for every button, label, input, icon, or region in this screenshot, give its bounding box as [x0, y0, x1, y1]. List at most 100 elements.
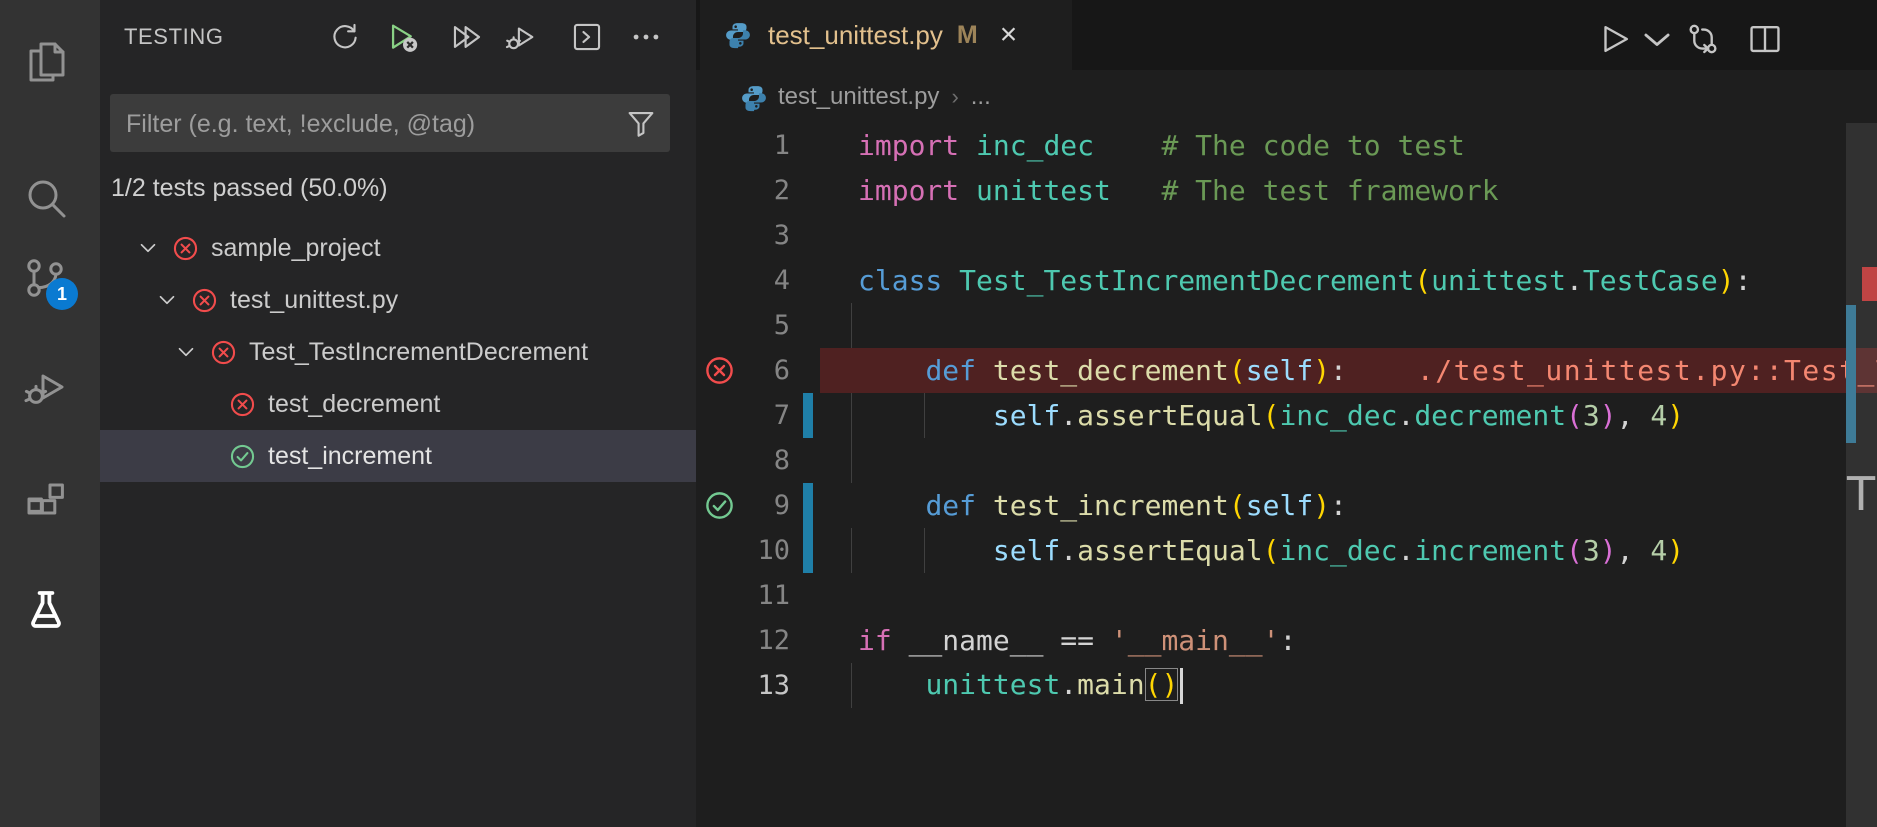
code-token: ( — [1566, 399, 1583, 432]
code-token: : — [1734, 264, 1752, 297]
code-text: def test_increment(self): — [858, 489, 1346, 522]
open-changes-icon[interactable] — [1684, 20, 1722, 58]
tab-test-unittest[interactable]: test_unittest.py M × — [700, 0, 1072, 70]
code-token: if — [858, 624, 892, 657]
testing-sidebar: TESTING 1/2 tests passed (50.0%) sample_… — [100, 0, 697, 827]
code-token: ( — [1262, 399, 1280, 432]
code-token: ) — [1667, 534, 1685, 567]
code-line-5[interactable]: 5 — [696, 303, 1877, 348]
breadcrumb-file[interactable]: test_unittest.py — [778, 83, 939, 111]
code-token: def — [925, 354, 977, 387]
modified-change-bar — [803, 393, 813, 438]
code-text: self.assertEqual(inc_dec.decrement(3), 4… — [858, 399, 1684, 432]
code-token: '__main__' — [1110, 624, 1280, 657]
run-all-tests-icon[interactable] — [450, 20, 484, 54]
more-actions-icon[interactable] — [629, 20, 663, 54]
overview-modified-marker — [1846, 305, 1856, 443]
breadcrumb: test_unittest.py › ... — [696, 70, 1877, 123]
code-token: inc_dec — [1279, 399, 1398, 432]
run-dropdown-chevron-icon[interactable] — [1638, 20, 1670, 58]
run-file-icon[interactable] — [1596, 20, 1634, 58]
refresh-tests-icon[interactable] — [328, 20, 362, 54]
breadcrumb-more[interactable]: ... — [971, 83, 991, 111]
code-line-2[interactable]: 2 import unittest # The test framework — [696, 168, 1877, 213]
code-line-4[interactable]: 4 class Test_TestIncrementDecrement(unitt… — [696, 258, 1877, 303]
code-token: 4 — [1650, 399, 1668, 432]
overview-error-marker — [1862, 267, 1877, 301]
filter-funnel-icon[interactable] — [624, 106, 658, 140]
code-line-11[interactable]: 11 — [696, 573, 1877, 618]
gutter-change-lane — [796, 123, 814, 168]
code-line-7[interactable]: 7 self.assertEqual(inc_dec.decrement(3),… — [696, 393, 1877, 438]
search-icon[interactable] — [22, 174, 74, 226]
code-token: def — [925, 489, 977, 522]
debug-tests-icon[interactable] — [504, 20, 538, 54]
code-token: assertEqual — [1077, 534, 1263, 567]
code-editor[interactable]: 1 import inc_dec # The code to test 2 impor… — [696, 123, 1877, 827]
indent-guide — [851, 393, 852, 438]
editor-tab-bar: test_unittest.py M × — [696, 0, 1877, 70]
test-filter-input[interactable] — [124, 94, 618, 154]
extensions-icon[interactable] — [22, 480, 74, 532]
code-token: : — [1279, 624, 1297, 657]
tab-close-icon[interactable]: × — [1000, 20, 1018, 50]
testing-icon[interactable] — [22, 586, 74, 638]
code-token: ( — [1262, 534, 1280, 567]
chevron-down-icon[interactable] — [154, 287, 180, 313]
explorer-icon[interactable] — [22, 38, 74, 90]
code-text: unittest.main() — [858, 667, 1184, 704]
code-token: . — [1566, 264, 1583, 297]
test-failed-icon — [191, 287, 218, 314]
tab-modified-badge: M — [956, 20, 978, 49]
gutter-change-lane — [796, 663, 814, 708]
chevron-down-icon[interactable] — [135, 235, 161, 261]
code-line-12[interactable]: 12 if __name__ == '__main__': — [696, 618, 1877, 663]
scrollbar-overview-ruler[interactable]: T — [1846, 123, 1877, 827]
test-tree-item-Test_TestIncrementDecrement[interactable]: Test_TestIncrementDecrement — [100, 326, 696, 378]
test-tree-label: Test_TestIncrementDecrement — [249, 337, 589, 366]
code-token: increment — [1414, 534, 1567, 567]
editor-more-actions-icon[interactable] — [1808, 20, 1846, 58]
test-tree-label: sample_project — [211, 233, 381, 262]
code-line-8[interactable]: 8 — [696, 438, 1877, 483]
indent-guide — [851, 528, 852, 573]
test-tree-item-test_decrement[interactable]: test_decrement — [100, 378, 696, 430]
code-text: if __name__ == '__main__': — [858, 624, 1296, 657]
code-text: import inc_dec # The code to test — [858, 129, 1465, 162]
line-number: 11 — [757, 580, 790, 611]
code-line-13[interactable]: 13 unittest.main() — [696, 663, 1877, 708]
modified-change-bar — [803, 483, 813, 528]
code-token: # The test framework — [1161, 174, 1499, 207]
gutter-change-lane — [796, 573, 814, 618]
gutter-change-lane — [796, 348, 814, 393]
run-and-debug-icon[interactable] — [22, 363, 74, 415]
test-passed-icon — [229, 443, 256, 470]
test-tree-item-test_unittest.py[interactable]: test_unittest.py — [100, 274, 696, 326]
code-line-6[interactable]: 6 def test_decrement(self): ./test_unitte… — [696, 348, 1877, 393]
split-editor-icon[interactable] — [1746, 20, 1784, 58]
test-failed-icon — [172, 235, 199, 262]
clipped-inline-text: T — [1847, 467, 1876, 521]
code-token: self — [992, 534, 1061, 567]
run-failed-tests-icon[interactable] — [386, 20, 420, 54]
inline-test-error-message: ./test_unittest.py::Test_T — [1416, 354, 1877, 387]
test-tree-item-sample_project[interactable]: sample_project — [100, 222, 696, 274]
code-line-9[interactable]: 9 def test_increment(self): — [696, 483, 1877, 528]
test-failed-icon — [210, 339, 237, 366]
gutter-change-lane — [796, 213, 814, 258]
code-token: Test_TestIncrementDecrement — [959, 264, 1415, 297]
test-tree-item-test_increment[interactable]: test_increment — [100, 430, 696, 482]
code-line-3[interactable]: 3 — [696, 213, 1877, 258]
chevron-down-icon[interactable] — [173, 339, 199, 365]
python-icon — [724, 21, 752, 49]
code-line-1[interactable]: 1 import inc_dec # The code to test — [696, 123, 1877, 168]
code-token: . — [1060, 667, 1078, 701]
code-token: , — [1616, 534, 1651, 567]
code-line-10[interactable]: 10 self.assertEqual(inc_dec.increment(3)… — [696, 528, 1877, 573]
code-token: decrement — [1414, 399, 1567, 432]
code-token: ) — [1599, 399, 1617, 432]
show-output-icon[interactable] — [570, 20, 604, 54]
